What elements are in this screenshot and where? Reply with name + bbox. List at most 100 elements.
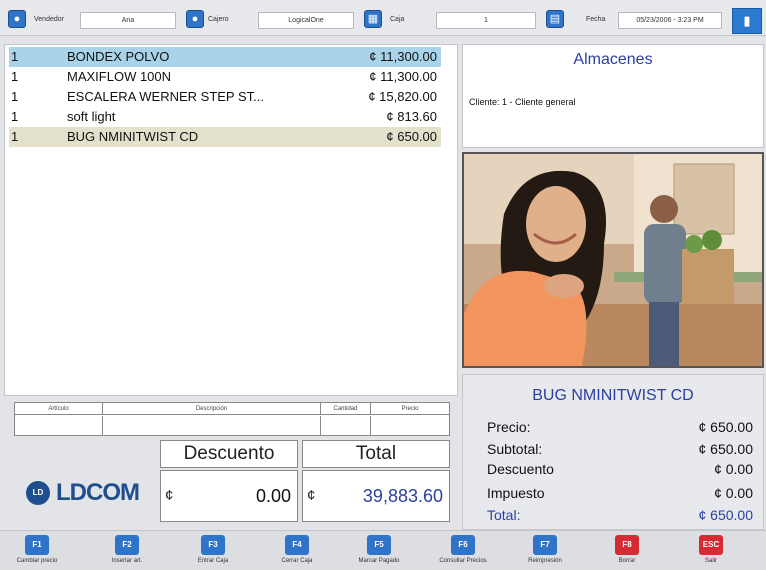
item-price: ¢ 11,300.00: [369, 69, 437, 84]
logo-text: LDCOM: [56, 479, 140, 506]
client-text: Cliente: 1 - Cliente general: [469, 97, 576, 107]
caja-label: Caja: [390, 16, 405, 23]
list-item[interactable]: 1 BONDEX POLVO ¢ 11,300.00: [9, 47, 441, 67]
f2-label: Insertar art.: [111, 558, 143, 564]
cajero-label: Cajero: [208, 16, 229, 23]
f8-key-icon: F8: [615, 535, 639, 555]
item-price: ¢ 813.60: [386, 109, 437, 124]
f1-label: Cambiar precio: [16, 558, 58, 564]
subtotal-row: Subtotal: ¢ 650.00: [487, 441, 753, 459]
f4-button[interactable]: F4 Cerrar Caja: [262, 535, 332, 564]
grid-header-precio: Precio: [371, 403, 449, 415]
esc-key-icon: ESC: [699, 535, 723, 555]
f4-key-icon: F4: [285, 535, 309, 555]
currency-symbol: ¢: [307, 487, 316, 504]
caja-field[interactable]: 1: [436, 12, 536, 29]
f5-button[interactable]: F5 Marcar Pagado: [344, 535, 414, 564]
item-entry-grid[interactable]: Artículo Descripción Cantidad Precio: [14, 402, 450, 436]
total-amount: 39,883.60: [362, 486, 443, 506]
precio-value: ¢ 650.00: [698, 419, 754, 435]
grid-header-descripcion: Descripción: [103, 403, 321, 415]
ldcom-logo: LD LDCOM: [26, 478, 140, 508]
f2-button[interactable]: F2 Insertar art.: [92, 535, 162, 564]
f3-key-icon: F3: [201, 535, 225, 555]
esc-label: Salir: [704, 558, 717, 564]
f8-button[interactable]: F8 Borrar: [592, 535, 662, 564]
descuento-label: Descuento: [487, 461, 554, 477]
f1-button[interactable]: F1 Cambiar precio: [2, 535, 72, 564]
product-info-panel: BUG NMINITWIST CD Precio: ¢ 650.00 Subto…: [462, 374, 764, 530]
list-item[interactable]: 1 soft light ¢ 813.60: [9, 107, 441, 127]
precio-input[interactable]: [371, 416, 449, 436]
subtotal-value: ¢ 650.00: [698, 441, 754, 457]
item-description: BUG NMINITWIST CD: [67, 129, 199, 144]
item-price: ¢ 15,820.00: [368, 89, 437, 104]
item-qty: 1: [11, 109, 19, 124]
vendedor-icon[interactable]: ●: [8, 10, 26, 28]
item-description: MAXIFLOW 100N: [67, 69, 172, 84]
vendedor-field[interactable]: Ana: [80, 12, 176, 29]
f5-key-icon: F5: [367, 535, 391, 555]
currency-symbol: ¢: [165, 487, 174, 504]
cajero-icon[interactable]: ●: [186, 10, 204, 28]
descripcion-input[interactable]: [103, 416, 321, 436]
item-price: ¢ 650.00: [386, 129, 437, 144]
descuento-value: ¢ 0.00: [714, 461, 753, 477]
sale-items-list[interactable]: 1 BONDEX POLVO ¢ 11,300.00 1 MAXIFLOW 10…: [4, 44, 458, 396]
item-qty: 1: [11, 89, 19, 104]
f7-label: Reimpresión: [528, 558, 562, 564]
f7-button[interactable]: F7 Reimpresión: [510, 535, 580, 564]
f2-key-icon: F2: [115, 535, 139, 555]
total-label: Total:: [487, 507, 521, 523]
warehouse-panel: Almacenes Cliente: 1 - Cliente general: [462, 44, 764, 148]
product-photo: [462, 152, 764, 368]
f6-key-icon: F6: [451, 535, 475, 555]
item-qty: 1: [11, 69, 19, 84]
item-qty: 1: [11, 129, 19, 144]
descuento-header: Descuento: [160, 440, 298, 468]
f3-button[interactable]: F3 Entrar Caja: [178, 535, 248, 564]
impuesto-value: ¢ 0.00: [714, 485, 753, 501]
f7-key-icon: F7: [533, 535, 557, 555]
caja-icon[interactable]: ▦: [364, 10, 382, 28]
list-item[interactable]: 1 BUG NMINITWIST CD ¢ 650.00: [9, 127, 441, 147]
total-value-box: ¢ 39,883.60: [302, 470, 450, 522]
fecha-label: Fecha: [586, 16, 606, 23]
fecha-icon[interactable]: ▤: [546, 10, 564, 28]
f5-label: Marcar Pagado: [358, 558, 400, 564]
item-price: ¢ 11,300.00: [369, 49, 437, 64]
cantidad-input[interactable]: [321, 416, 371, 436]
total-header: Total: [302, 440, 450, 468]
grid-header-cantidad: Cantidad: [321, 403, 371, 415]
f3-label: Entrar Caja: [197, 558, 229, 564]
total-value: ¢ 650.00: [698, 507, 754, 523]
f1-key-icon: F1: [25, 535, 49, 555]
descuento-row: Descuento ¢ 0.00: [487, 461, 753, 479]
descuento-value-box[interactable]: ¢ 0.00: [160, 470, 298, 522]
cajero-field[interactable]: LogicalOne: [258, 12, 354, 29]
grid-header-articulo: Artículo: [15, 403, 103, 415]
exit-icon[interactable]: ▮: [732, 8, 762, 34]
list-item[interactable]: 1 MAXIFLOW 100N ¢ 11,300.00: [9, 67, 441, 87]
precio-label: Precio:: [487, 419, 531, 435]
esc-button[interactable]: ESC Salir: [676, 535, 746, 564]
fecha-field: 05/23/2006 - 3:23 PM: [618, 12, 722, 29]
function-key-bar: F1 Cambiar precio F2 Insertar art. F3 En…: [0, 530, 766, 570]
item-description: ESCALERA WERNER STEP ST...: [67, 89, 264, 104]
item-qty: 1: [11, 49, 19, 64]
product-title: BUG NMINITWIST CD: [532, 387, 694, 404]
total-row: Total: ¢ 650.00: [487, 507, 753, 525]
f6-label: Consultar Precios: [439, 558, 487, 564]
list-item[interactable]: 1 ESCALERA WERNER STEP ST... ¢ 15,820.00: [9, 87, 441, 107]
warehouse-title: Almacenes: [573, 51, 653, 68]
item-description: soft light: [67, 109, 116, 124]
logo-mark: LD: [26, 481, 50, 505]
f8-label: Borrar: [618, 558, 636, 564]
f6-button[interactable]: F6 Consultar Precios: [428, 535, 498, 564]
impuesto-label: Impuesto: [487, 485, 545, 501]
f4-label: Cerrar Caja: [281, 558, 313, 564]
subtotal-label: Subtotal:: [487, 441, 543, 457]
descuento-amount: 0.00: [255, 486, 291, 506]
articulo-input[interactable]: [15, 416, 103, 436]
top-toolbar: ● Vendedor Ana ● Cajero LogicalOne ▦ Caj…: [0, 0, 766, 36]
